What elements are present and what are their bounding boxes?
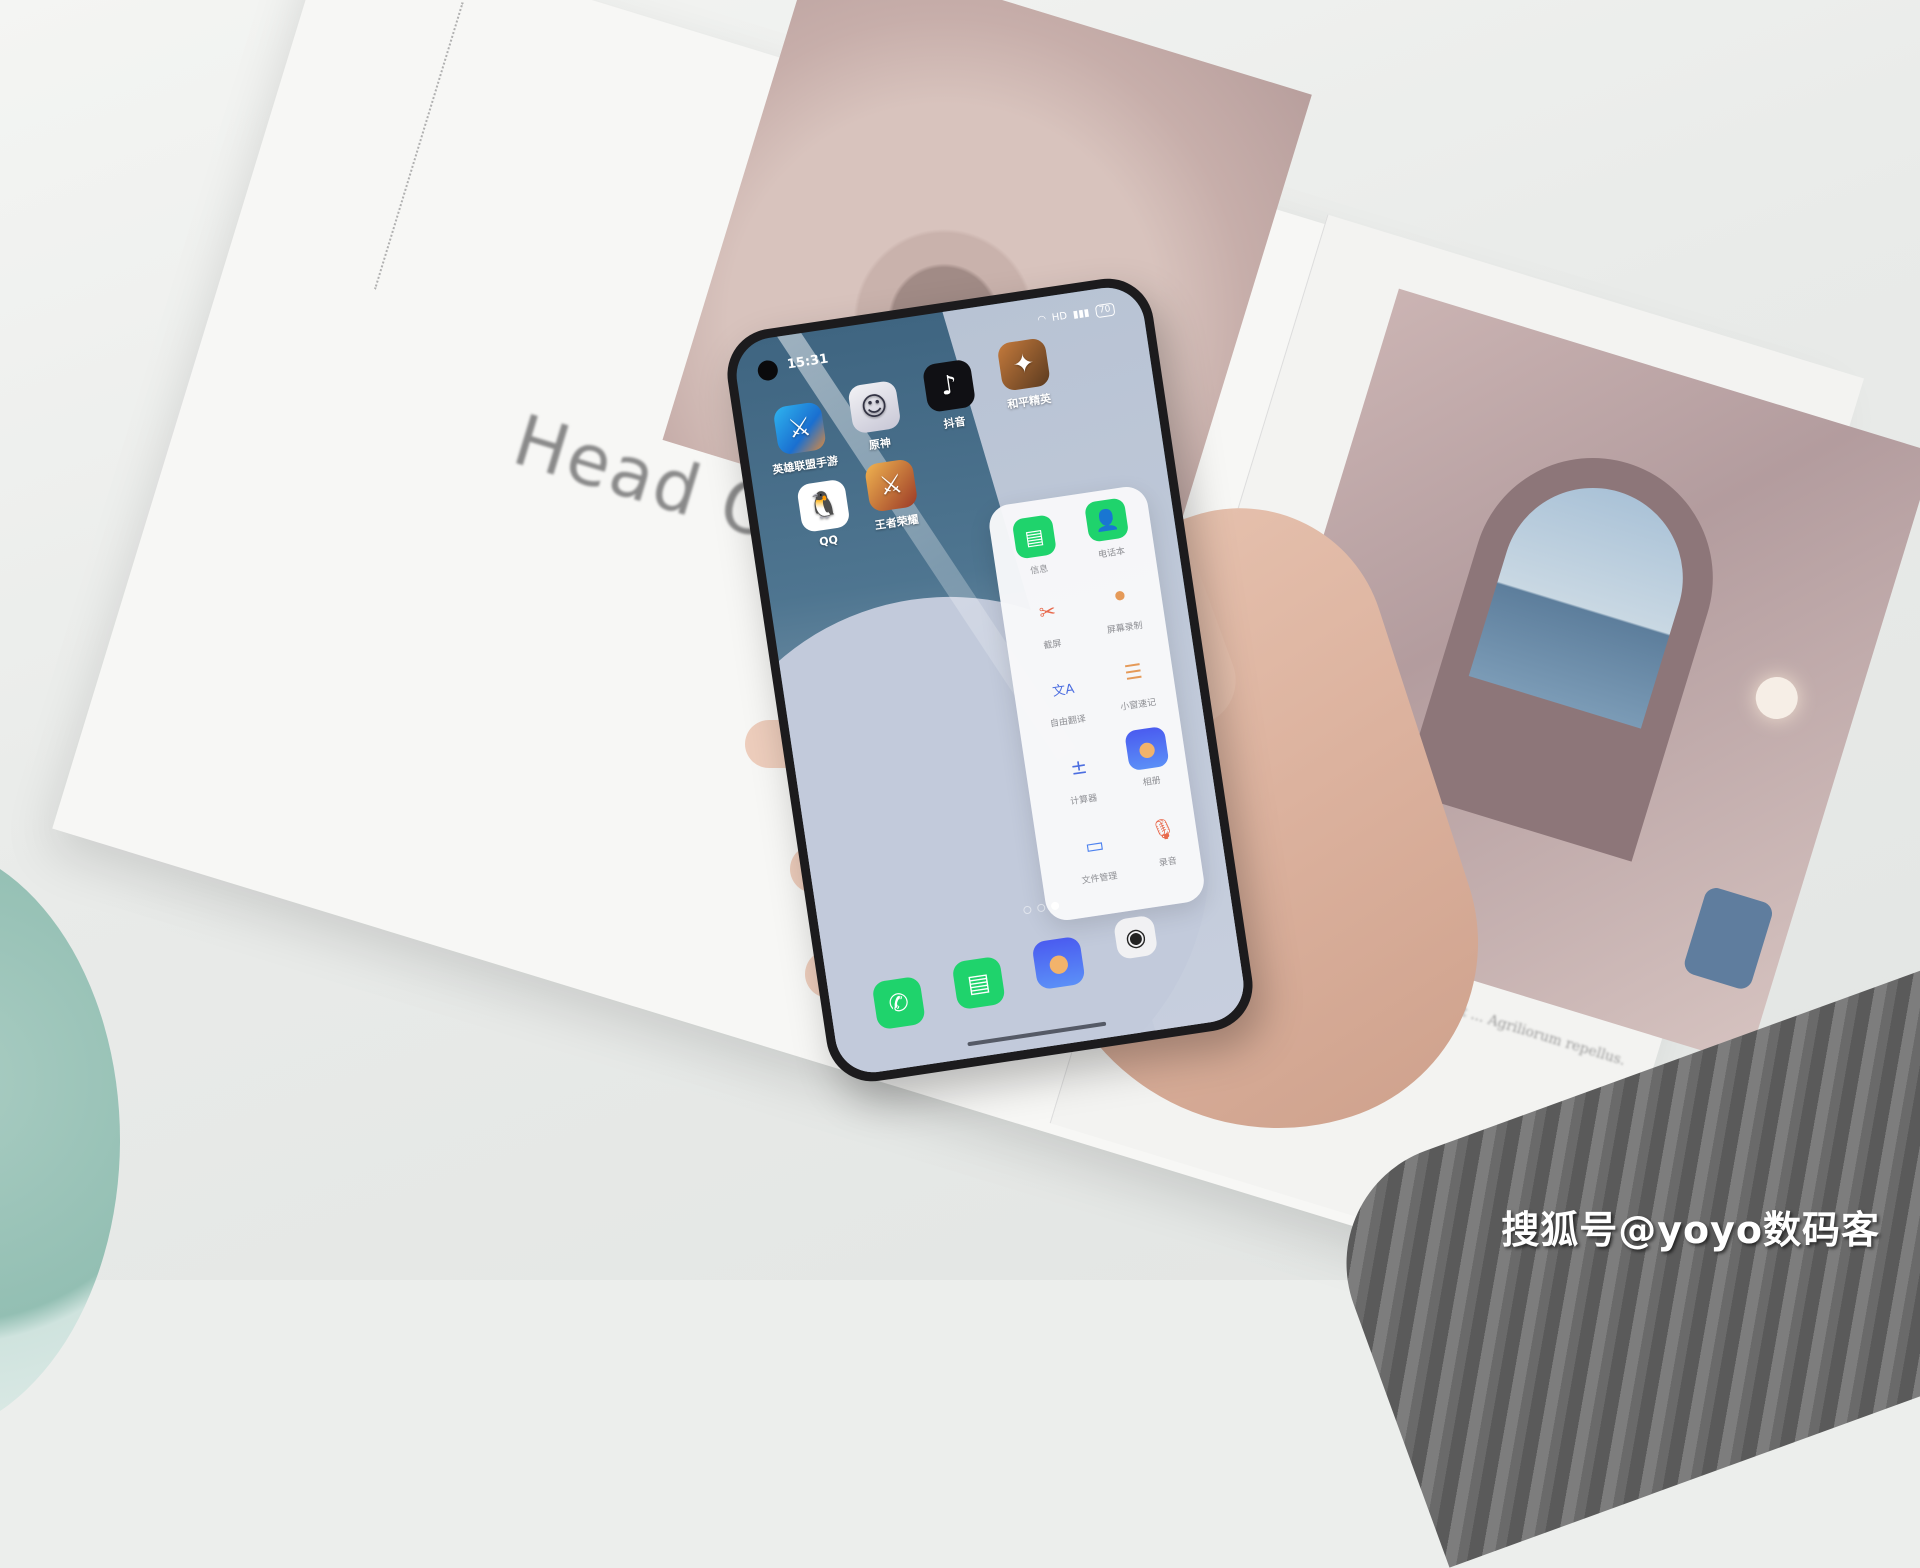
app-honor-of-kings[interactable]: ⚔ 王者荣耀 bbox=[851, 456, 934, 535]
douyin-icon: ♪ bbox=[921, 358, 977, 414]
green-disc-prop bbox=[0, 840, 120, 1440]
translate-icon: 文A bbox=[1051, 681, 1076, 700]
dock-phone[interactable]: ✆ bbox=[871, 975, 927, 1031]
app-peace-elite[interactable]: ✦ 和平精英 bbox=[984, 335, 1067, 414]
phone-icon: ✆ bbox=[886, 987, 911, 1019]
app-lol[interactable]: ⚔ 英雄联盟手游 bbox=[760, 399, 843, 478]
app-label: 抖音 bbox=[942, 414, 967, 431]
app-genshin[interactable]: ☺ 原神 bbox=[834, 378, 917, 457]
sidebar-item-label: 屏幕录制 bbox=[1106, 620, 1144, 637]
album-icon: ● bbox=[1124, 725, 1170, 772]
contacts-icon: 👤 bbox=[1083, 497, 1130, 543]
sidebar-item-label: 相册 bbox=[1142, 775, 1162, 789]
front-camera bbox=[756, 359, 780, 382]
peace-elite-icon: ✦ bbox=[996, 337, 1052, 392]
honor-of-kings-icon: ⚔ bbox=[863, 458, 919, 513]
sidebar-item-quick-note[interactable]: ☰ 小窗速记 bbox=[1096, 647, 1174, 716]
qq-icon: 🐧 bbox=[796, 478, 851, 533]
sidebar-item-label: 自由翻译 bbox=[1049, 714, 1087, 730]
sidebar-item-label: 文件管理 bbox=[1081, 871, 1119, 887]
calculator-icon: ± bbox=[1068, 753, 1089, 780]
app-douyin[interactable]: ♪ 抖音 bbox=[909, 357, 992, 436]
quick-note-icon: ☰ bbox=[1122, 658, 1144, 685]
screen-record-icon: ⏺ bbox=[1113, 582, 1127, 608]
sidebar-item-label: 信息 bbox=[1029, 564, 1049, 577]
page-dot-active bbox=[1050, 901, 1060, 911]
sidebar-item-calculator[interactable]: ± 计算器 bbox=[1041, 742, 1119, 811]
file-manager-icon: ▭ bbox=[1083, 832, 1106, 859]
sidebar-item-label: 录音 bbox=[1158, 856, 1178, 869]
dock-album[interactable]: ● bbox=[1031, 935, 1086, 991]
hd-icon: HD bbox=[1051, 310, 1068, 324]
messages-icon: ▤ bbox=[1011, 514, 1058, 560]
album-icon: ● bbox=[1046, 947, 1072, 979]
sidebar-item-file-manager[interactable]: ▭ 文件管理 bbox=[1057, 820, 1135, 889]
messages-icon: ▤ bbox=[965, 967, 992, 999]
genshin-icon: ☺ bbox=[847, 379, 902, 435]
sidebar-item-translate[interactable]: 文A 自由翻译 bbox=[1025, 663, 1103, 732]
sidebar-item-label: 小窗速记 bbox=[1119, 697, 1157, 713]
page-dot bbox=[1022, 905, 1032, 915]
sidebar-item-recorder[interactable]: 🎙 录音 bbox=[1125, 804, 1203, 873]
page-dot bbox=[1036, 903, 1046, 913]
dock-camera[interactable]: ◉ bbox=[1112, 914, 1159, 961]
sidebar-item-screenshot[interactable]: ✂ 截屏 bbox=[1010, 587, 1088, 656]
sidebar-item-album[interactable]: ● 相册 bbox=[1109, 724, 1187, 793]
sidebar-item-label: 截屏 bbox=[1042, 639, 1063, 652]
app-label: 原神 bbox=[868, 436, 892, 453]
watermark: 搜狐号@yoyo数码客 bbox=[1501, 1208, 1880, 1252]
magazine-vertical-rule bbox=[374, 2, 468, 291]
sidebar-item-label: 计算器 bbox=[1069, 793, 1098, 808]
sidebar-item-screen-record[interactable]: ⏺ 屏幕录制 bbox=[1082, 570, 1160, 639]
photo-background: Head O ... dui at ac dolorem audae conse… bbox=[0, 0, 1920, 1568]
signal-icon: ▮▮▮ bbox=[1072, 307, 1091, 321]
lol-icon: ⚔ bbox=[772, 401, 827, 456]
recorder-icon: 🎙 bbox=[1148, 815, 1178, 843]
dock-messages[interactable]: ▤ bbox=[951, 955, 1006, 1011]
screenshot-icon: ✂ bbox=[1037, 598, 1058, 625]
app-label: QQ bbox=[818, 533, 839, 549]
app-label: 英雄联盟手游 bbox=[771, 454, 839, 477]
camera-icon: ◉ bbox=[1123, 921, 1149, 953]
sidebar-item-label: 电话本 bbox=[1097, 546, 1126, 561]
sidebar-item-messages[interactable]: ▤ 信息 bbox=[997, 512, 1075, 581]
wifi-icon: ◠ bbox=[1036, 313, 1047, 326]
sidebar-item-contacts[interactable]: 👤 电话本 bbox=[1069, 495, 1147, 564]
